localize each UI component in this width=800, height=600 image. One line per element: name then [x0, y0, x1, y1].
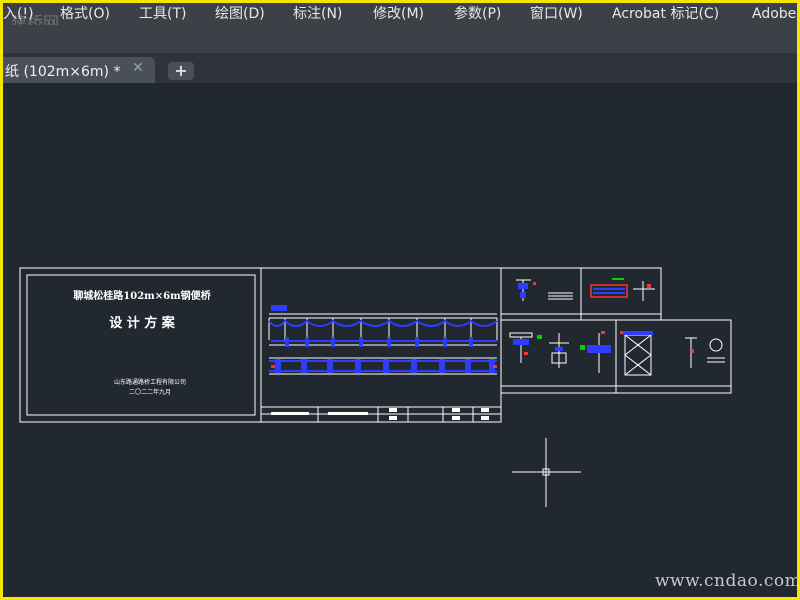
- menu-modify[interactable]: 修改(M): [373, 4, 424, 24]
- new-tab-button[interactable]: +: [168, 62, 194, 80]
- drawing-canvas[interactable]: 聊城松桂路102m×6m钢便桥 设 计 方 案 山东路通路桥工程有限公司 二〇二…: [3, 83, 797, 597]
- drawing-subtitle: 设 计 方 案: [109, 315, 176, 331]
- crosshair-cursor-icon: [512, 438, 581, 507]
- menu-insert[interactable]: 入(!): [3, 4, 34, 24]
- document-tab-bar: 纸 (102m×6m) * ✕ +: [3, 53, 797, 83]
- detail-sheet-4: [615, 319, 732, 394]
- detail-sheet-2: [580, 267, 662, 321]
- menu-bar: 入(!) 格式(O) 工具(T) 绘图(D) 标注(N) 修改(M) 参数(P)…: [3, 3, 797, 25]
- menu-adobe[interactable]: Adobe: [752, 4, 796, 24]
- menu-dimension[interactable]: 标注(N): [293, 4, 342, 24]
- ribbon-band: [3, 25, 797, 53]
- menu-parametric[interactable]: 参数(P): [454, 4, 501, 24]
- detail-sheet-3: [500, 319, 617, 394]
- elevation-sheet: [260, 267, 502, 423]
- document-tab-label: 纸 (102m×6m) *: [5, 64, 121, 80]
- menu-window[interactable]: 窗口(W): [530, 4, 583, 24]
- drawing-title: 聊城松桂路102m×6m钢便桥: [73, 289, 211, 302]
- watermark-bottom: www.cndao.com: [655, 571, 797, 591]
- document-tab[interactable]: 纸 (102m×6m) * ✕: [3, 57, 155, 83]
- app-window: 入(!) 格式(O) 工具(T) 绘图(D) 标注(N) 修改(M) 参数(P)…: [3, 3, 797, 597]
- detail-sheet-1: [500, 267, 582, 321]
- drawing-date: 二〇二二年九月: [129, 388, 171, 396]
- menu-acrobat-markup[interactable]: Acrobat 标记(C): [612, 4, 719, 24]
- menu-tools[interactable]: 工具(T): [139, 4, 186, 24]
- menu-draw[interactable]: 绘图(D): [215, 4, 265, 24]
- menu-format[interactable]: 格式(O): [60, 4, 110, 24]
- close-icon[interactable]: ✕: [132, 60, 144, 76]
- drawing-company: 山东路通路桥工程有限公司: [114, 378, 186, 386]
